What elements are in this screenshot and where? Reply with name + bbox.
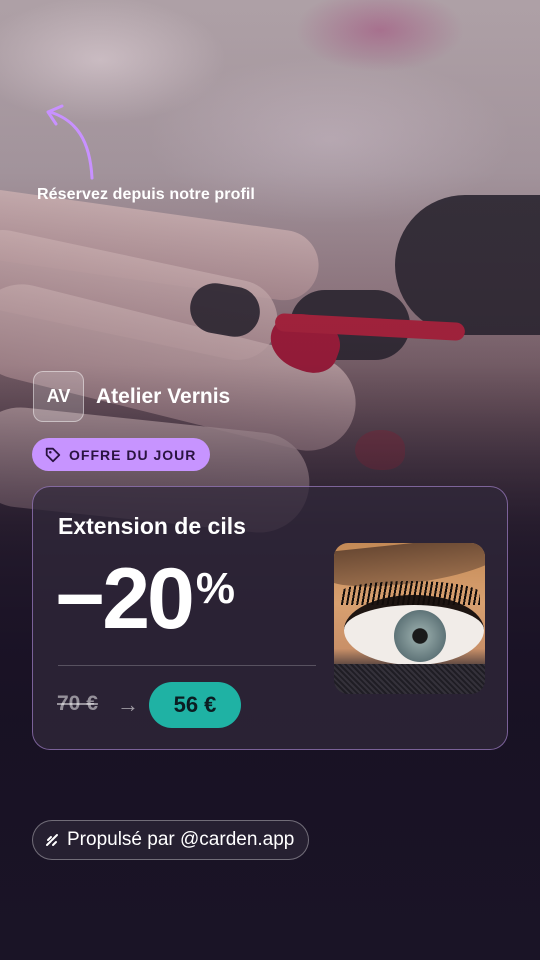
eyelash-extension-photo (334, 543, 485, 694)
profile-hint-text: Réservez depuis notre profil (37, 186, 255, 203)
offer-of-the-day-badge: OFFRE DU JOUR (32, 438, 211, 471)
new-price-badge: 56 € (149, 682, 241, 728)
discount-value: −20 (55, 551, 195, 647)
old-price: 70 € (57, 692, 98, 715)
brand-name: Atelier Vernis (96, 384, 231, 408)
service-title: Extension de cils (58, 513, 246, 539)
brand-header[interactable]: AV Atelier Vernis (33, 371, 230, 422)
curved-arrow-icon (46, 104, 94, 180)
discount-display: −20 % (55, 551, 235, 647)
offer-card[interactable]: Extension de cils −20 % 70 € → 56 € (32, 486, 508, 750)
offer-badge-label: OFFRE DU JOUR (69, 446, 197, 463)
price-arrow-icon: → (117, 692, 139, 717)
powered-by-chip[interactable]: Propulsé par @carden.app (32, 820, 310, 860)
tag-icon (45, 447, 61, 462)
powered-by-label: Propulsé par @carden.app (67, 829, 295, 850)
discount-unit: % (195, 564, 236, 613)
brand-monogram: AV (33, 371, 84, 422)
price-divider (58, 665, 316, 666)
story-canvas: Réservez depuis notre profil AV Atelier … (0, 0, 540, 960)
carden-logo-icon (46, 834, 58, 846)
